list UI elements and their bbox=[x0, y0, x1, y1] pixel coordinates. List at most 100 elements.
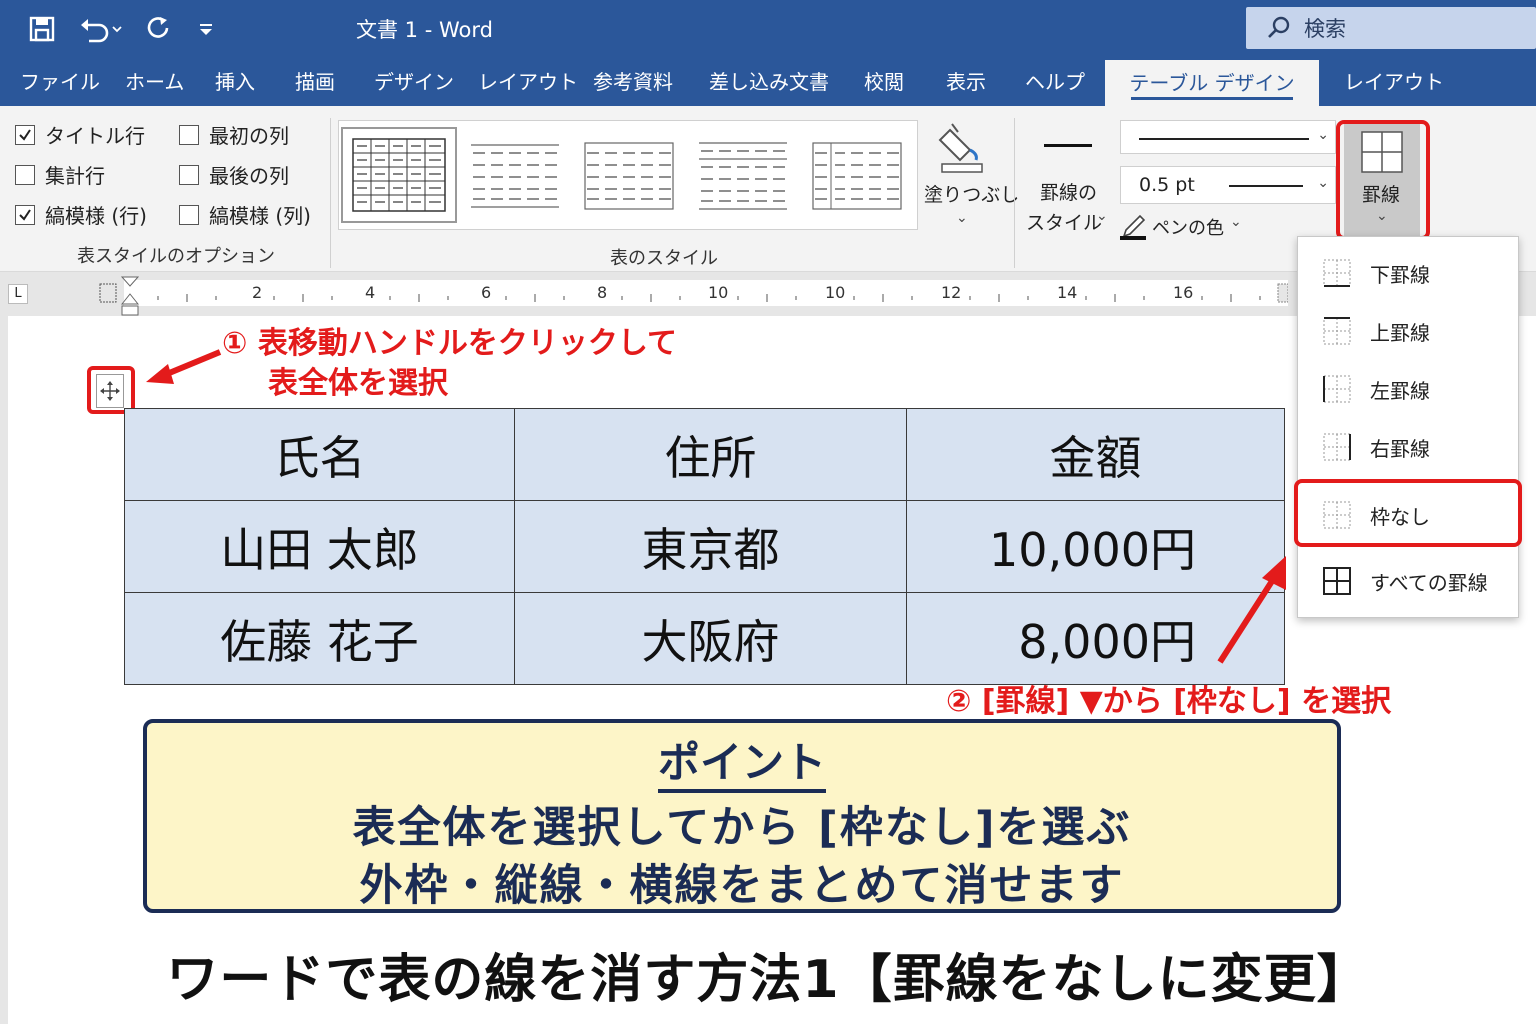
all-borders-icon bbox=[1323, 567, 1351, 595]
tab-insert[interactable]: 挿入 bbox=[215, 58, 255, 106]
document-table[interactable]: 氏名 住所 金額 山田 太郎 東京都 10,000円 佐藤 花子 大阪府 8,0… bbox=[124, 408, 1285, 685]
pen-weight-value: 0.5 pt bbox=[1139, 174, 1195, 196]
checkbox-total-row[interactable]: 集計行 bbox=[15, 160, 105, 189]
menu-item-right-border[interactable]: 右罫線 bbox=[1298, 421, 1520, 473]
tab-help[interactable]: ヘルプ bbox=[1025, 58, 1085, 106]
group-label-table-styles: 表のスタイル bbox=[610, 248, 718, 269]
point-title-text: ポイント bbox=[657, 738, 826, 793]
tab-table-layout[interactable]: レイアウト bbox=[1344, 58, 1444, 106]
borders-button-highlight bbox=[1336, 120, 1430, 240]
chevron-down-icon: ⌄ bbox=[1317, 127, 1329, 143]
page-gutter bbox=[0, 316, 8, 1024]
ruler-number: 2 bbox=[252, 283, 263, 302]
pen-color-label: ペンの色 bbox=[1152, 218, 1224, 239]
bottom-border-icon bbox=[1323, 259, 1351, 287]
menu-item-label: 下罫線 bbox=[1370, 262, 1430, 287]
table-style-plain-selected[interactable] bbox=[341, 127, 457, 223]
table-cell[interactable]: 山田 太郎 bbox=[124, 500, 515, 593]
checkbox-first-column[interactable]: 最初の列 bbox=[179, 120, 289, 149]
checkbox-label: 最後の列 bbox=[209, 164, 289, 188]
tab-references[interactable]: 参考資料 bbox=[593, 58, 673, 106]
annotation-step2: ② [罫線] ▼から [枠なし] を選択 bbox=[946, 684, 1392, 719]
pen-weight-dropdown[interactable]: 0.5 pt ⌄ bbox=[1120, 166, 1336, 204]
tab-draw[interactable]: 描画 bbox=[295, 58, 335, 106]
table-header-row: 氏名 住所 金額 bbox=[124, 408, 1285, 501]
checkbox-last-column[interactable]: 最後の列 bbox=[179, 160, 289, 189]
group-label-style-options: 表スタイルのオプション bbox=[77, 246, 275, 267]
left-border-icon bbox=[1323, 375, 1351, 403]
indent-marker-icon[interactable] bbox=[120, 276, 140, 320]
top-border-icon bbox=[1323, 317, 1351, 345]
table-header-cell[interactable]: 住所 bbox=[514, 408, 907, 501]
tab-design[interactable]: デザイン bbox=[374, 58, 454, 106]
arrow-to-handle-icon bbox=[146, 349, 222, 384]
table-style-thumbnail[interactable] bbox=[579, 131, 679, 221]
menu-item-label: 左罫線 bbox=[1370, 378, 1430, 403]
redo-icon[interactable] bbox=[142, 12, 176, 46]
checkbox-box bbox=[15, 124, 35, 145]
save-icon[interactable] bbox=[24, 12, 60, 46]
line-style-preview bbox=[1139, 138, 1309, 140]
ruler-number: 10 bbox=[708, 283, 729, 302]
menu-item-bottom-border[interactable]: 下罫線 bbox=[1298, 247, 1520, 299]
active-tab-underline bbox=[1131, 97, 1293, 100]
table-styles-gallery[interactable] bbox=[338, 120, 918, 230]
chevron-down-icon: ⌄ bbox=[956, 210, 968, 226]
checkbox-header-row[interactable]: タイトル行 bbox=[15, 120, 145, 149]
ruler-number: 14 bbox=[1057, 283, 1078, 302]
tab-layout[interactable]: レイアウト bbox=[478, 58, 578, 106]
point-box: ポイント 表全体を選択してから [枠なし]を選ぶ 外枠・縦線・横線をまとめて消せ… bbox=[143, 719, 1341, 913]
tab-table-design[interactable]: テーブル デザイン bbox=[1105, 60, 1319, 108]
table-cell[interactable]: 大阪府 bbox=[514, 592, 907, 685]
undo-icon[interactable] bbox=[76, 12, 126, 46]
pen-color-button[interactable]: ペンの色 ⌄ bbox=[1120, 210, 1250, 242]
tab-file[interactable]: ファイル bbox=[20, 58, 100, 106]
customize-qat-icon[interactable] bbox=[194, 12, 218, 46]
checkmark-icon bbox=[19, 128, 31, 141]
line-style-icon bbox=[1044, 144, 1092, 147]
ribbon-tabs: ファイル ホーム 挿入 描画 デザイン レイアウト 参考資料 差し込み文書 校閲… bbox=[0, 58, 1536, 108]
table-style-thumbnail[interactable] bbox=[465, 131, 565, 221]
menu-item-label: すべての罫線 bbox=[1370, 570, 1488, 595]
pen-weight-preview bbox=[1229, 185, 1303, 187]
shading-button[interactable]: 塗りつぶし ⌄ bbox=[924, 120, 1019, 230]
ruler-number: 16 bbox=[1173, 283, 1194, 302]
ruler-number: 10 bbox=[825, 283, 846, 302]
checkbox-banded-columns[interactable]: 縞模様 (列) bbox=[179, 200, 311, 229]
chevron-down-icon: ⌄ bbox=[1096, 208, 1108, 224]
tab-view[interactable]: 表示 bbox=[946, 58, 986, 106]
arrow-to-menu-item-icon bbox=[1217, 556, 1286, 664]
menu-item-top-border[interactable]: 上罫線 bbox=[1298, 305, 1520, 357]
ruler-number: 12 bbox=[941, 283, 962, 302]
table-header-cell[interactable]: 氏名 bbox=[124, 408, 515, 501]
menu-item-all-borders[interactable]: すべての罫線 bbox=[1298, 555, 1520, 607]
table-cell[interactable]: 佐藤 花子 bbox=[124, 592, 515, 685]
checkbox-box bbox=[179, 204, 199, 225]
checkbox-label: 集計行 bbox=[45, 164, 105, 188]
point-title: ポイント bbox=[147, 729, 1337, 793]
table-header-cell[interactable]: 金額 bbox=[906, 408, 1285, 501]
right-border-icon bbox=[1323, 433, 1351, 461]
table-style-thumbnail[interactable] bbox=[693, 131, 793, 221]
checkbox-box bbox=[179, 164, 199, 185]
menu-item-left-border[interactable]: 左罫線 bbox=[1298, 363, 1520, 415]
table-style-thumbnail[interactable] bbox=[807, 131, 907, 221]
chevron-down-icon: ⌄ bbox=[1230, 214, 1242, 230]
table-row: 山田 太郎 東京都 10,000円 bbox=[124, 500, 1285, 593]
search-placeholder: 検索 bbox=[1304, 17, 1346, 41]
search-box[interactable]: 検索 bbox=[1246, 7, 1536, 49]
tab-selector-icon[interactable]: L bbox=[8, 284, 28, 304]
tab-home[interactable]: ホーム bbox=[125, 58, 184, 106]
title-bar: 文書 1 - Word 検索 bbox=[0, 0, 1536, 58]
tab-review[interactable]: 校閲 bbox=[864, 58, 904, 106]
table-cell[interactable]: 東京都 bbox=[514, 500, 907, 593]
group-separator bbox=[1014, 118, 1015, 268]
checkbox-box bbox=[179, 124, 199, 145]
tab-mailings[interactable]: 差し込み文書 bbox=[709, 58, 829, 106]
checkbox-banded-rows[interactable]: 縞模様 (行) bbox=[15, 200, 147, 229]
border-styles-button[interactable]: 罫線の スタイル ⌄ bbox=[1024, 120, 1114, 240]
line-style-dropdown[interactable]: ⌄ bbox=[1120, 120, 1336, 154]
search-icon bbox=[1268, 16, 1290, 38]
annotation-step1-line2: 表全体を選択 bbox=[268, 366, 448, 401]
annotation-step1-line1: ① 表移動ハンドルをクリックして bbox=[222, 326, 677, 361]
